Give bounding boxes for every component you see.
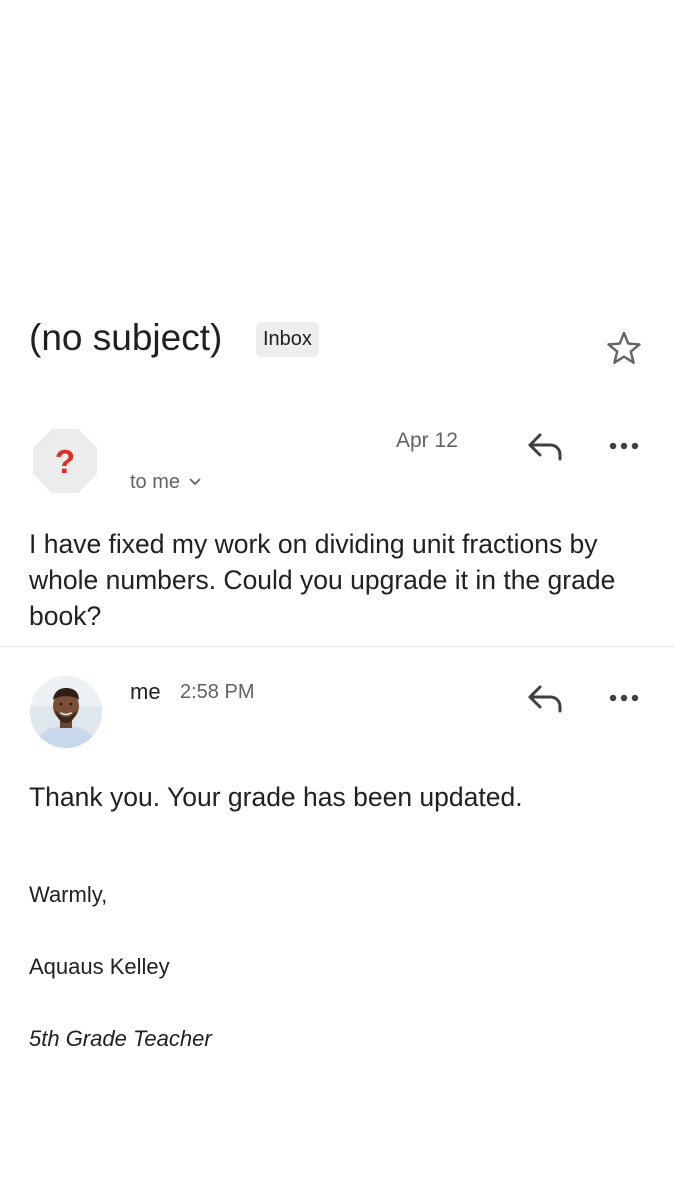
signature-closing: Warmly,	[29, 882, 108, 907]
signature-title: 5th Grade Teacher	[29, 1026, 212, 1051]
unknown-sender-avatar[interactable]: ?	[32, 428, 98, 494]
inbox-label-chip[interactable]: Inbox	[256, 322, 319, 357]
recipient-details-toggle[interactable]: to me	[130, 468, 201, 496]
email-subject: (no subject)	[29, 317, 223, 358]
signature-name: Aquaus Kelley	[29, 954, 170, 979]
sender-name: me	[130, 679, 161, 704]
message-time: 2:58 PM	[180, 681, 255, 703]
more-options-icon[interactable]	[606, 428, 642, 464]
message-divider	[0, 646, 675, 647]
reply-icon[interactable]	[526, 680, 566, 716]
question-mark-icon: ?	[55, 443, 75, 480]
avatar[interactable]	[30, 676, 102, 748]
message-body: I have fixed my work on dividing unit fr…	[29, 529, 616, 631]
more-options-icon[interactable]	[606, 680, 642, 716]
message-date: Apr 12	[396, 429, 458, 452]
message-body: Thank you. Your grade has been updated.	[29, 782, 523, 812]
reply-icon[interactable]	[526, 428, 566, 464]
recipient-label: to me	[130, 471, 181, 493]
star-icon[interactable]	[603, 328, 645, 370]
chevron-down-icon	[189, 478, 201, 485]
